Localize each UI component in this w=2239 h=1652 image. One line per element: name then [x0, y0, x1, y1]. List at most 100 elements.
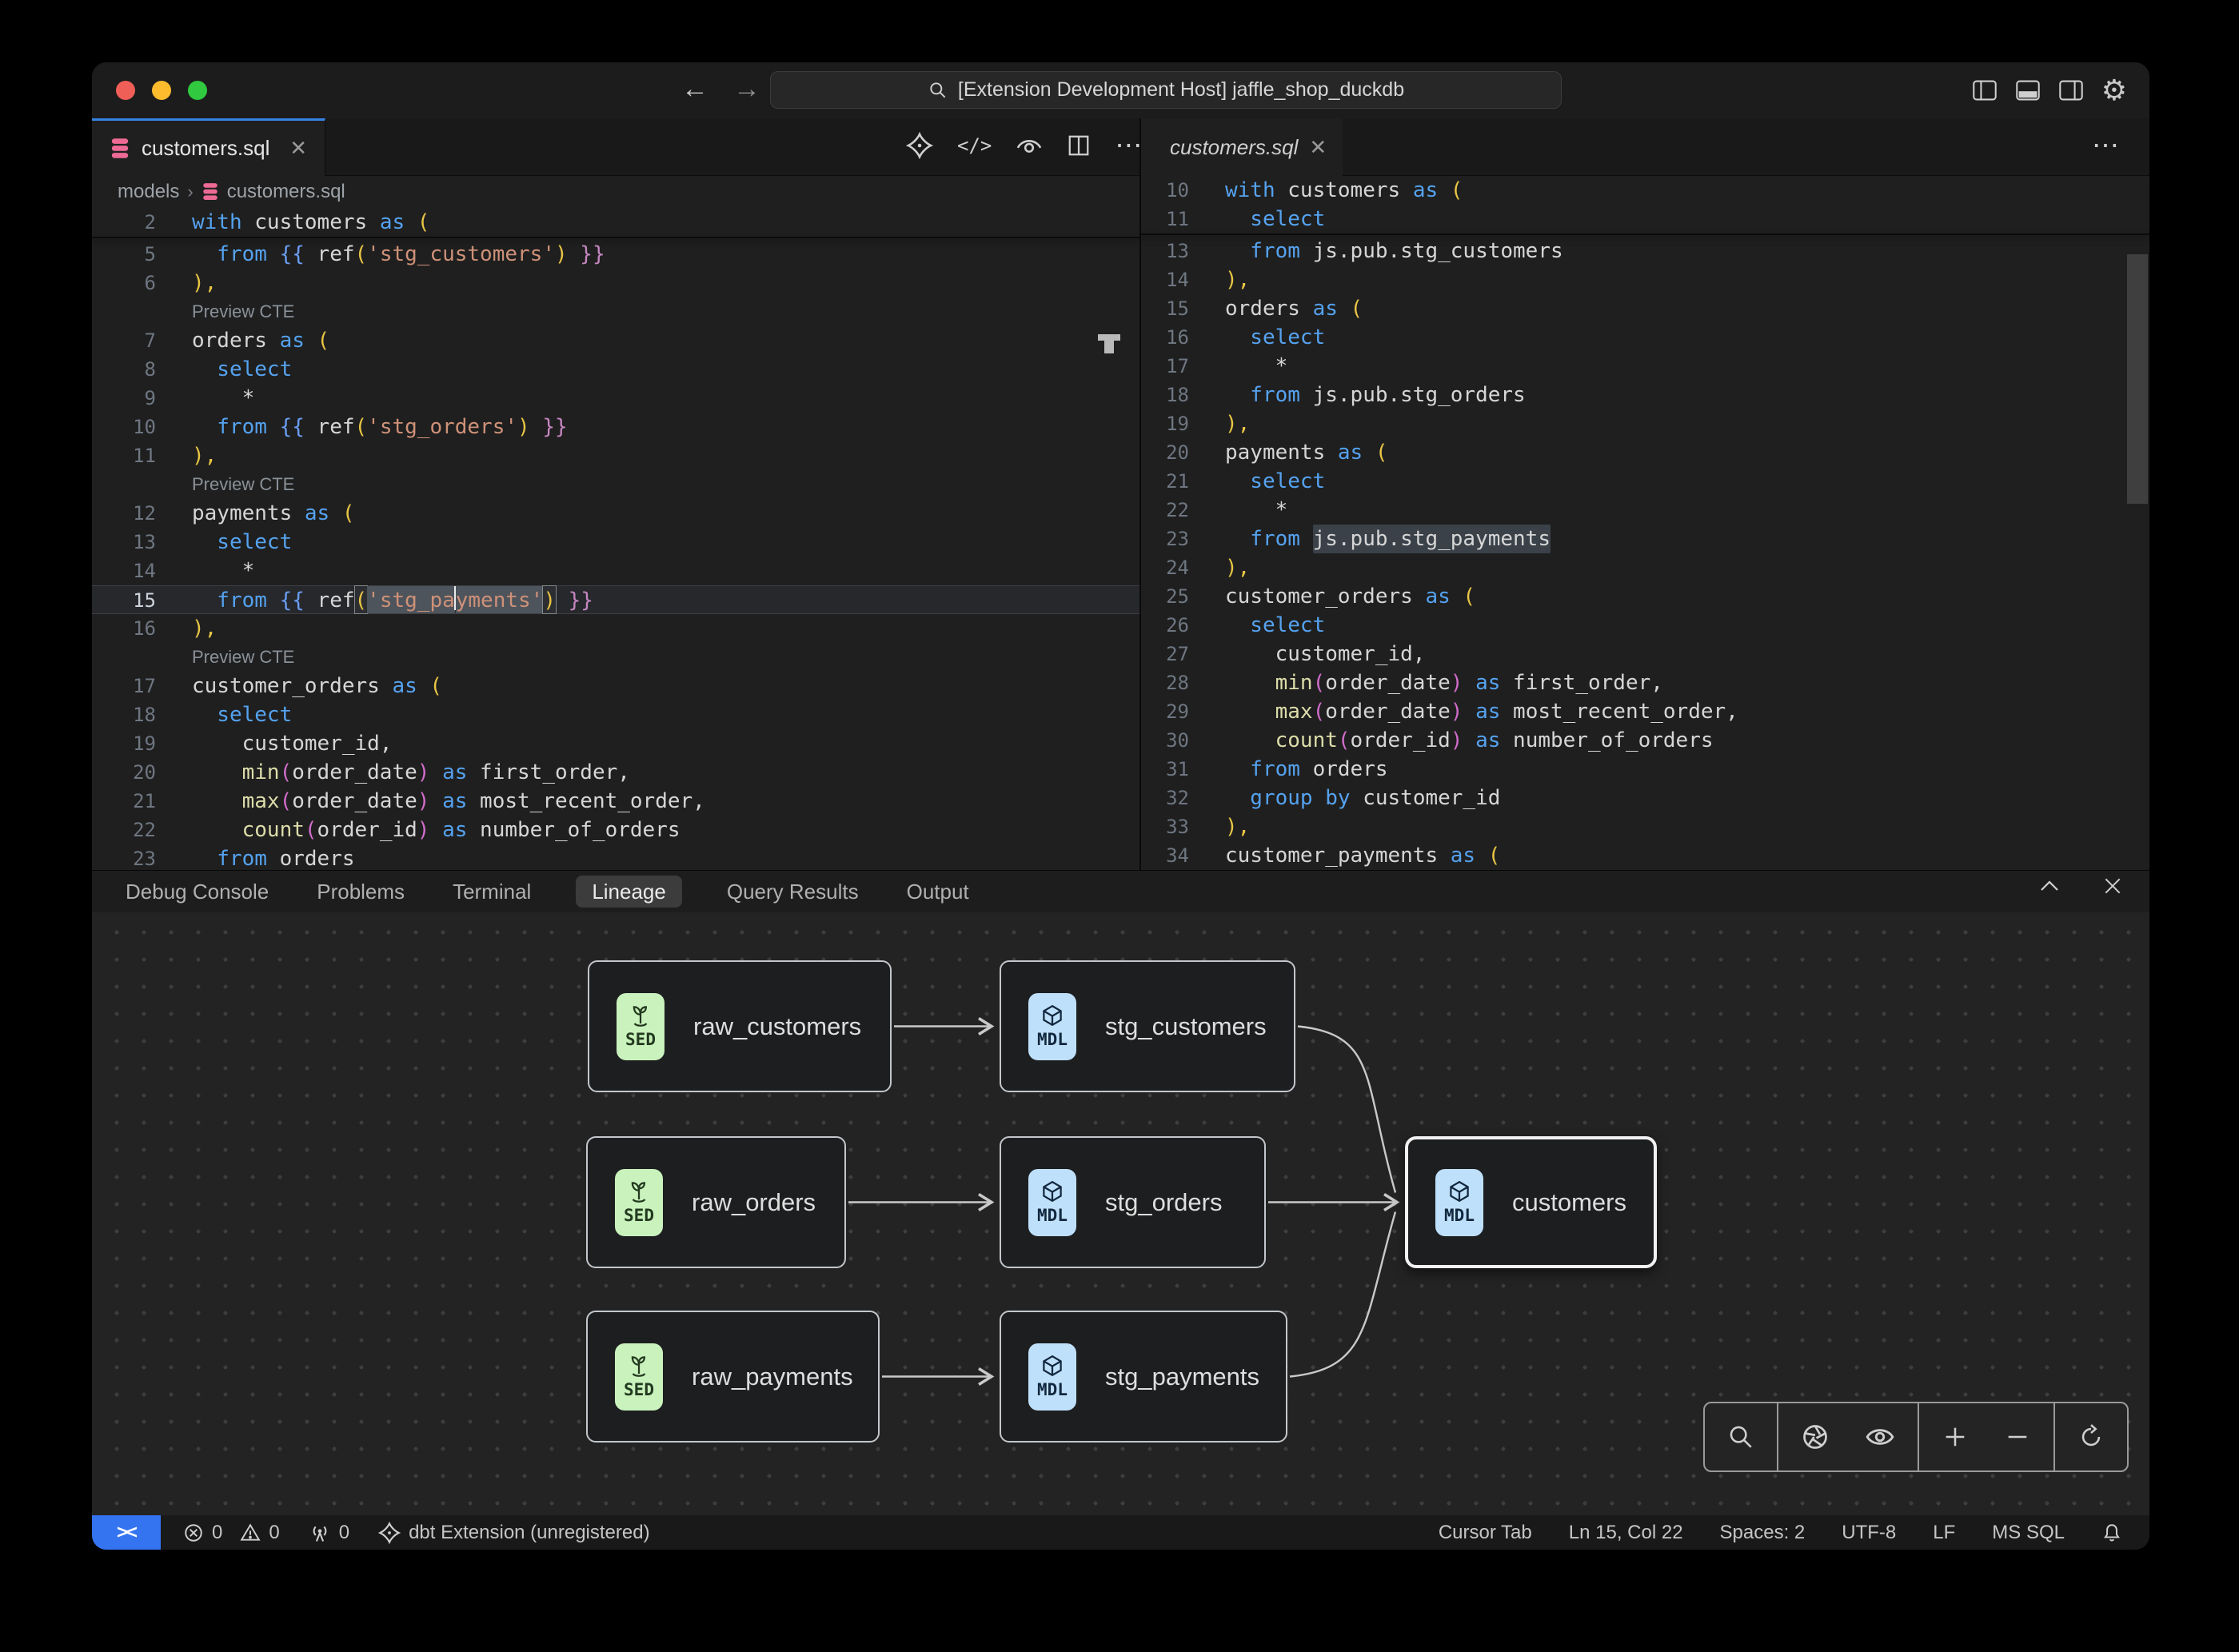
panel-tab-output[interactable]: Output: [904, 876, 972, 908]
lineage-node-raw_payments[interactable]: SED raw_payments: [586, 1311, 880, 1443]
panel-tab-terminal[interactable]: Terminal: [449, 876, 534, 908]
zoom-out-icon[interactable]: [2004, 1423, 2031, 1450]
code-line[interactable]: 18 select: [92, 700, 1139, 729]
minimize-window-button[interactable]: [152, 81, 171, 100]
lineage-node-stg_orders[interactable]: MDL stg_orders: [1000, 1136, 1266, 1268]
code-line[interactable]: 32 group by customer_id: [1141, 784, 2149, 812]
more-actions-icon[interactable]: ⋯: [2092, 130, 2121, 162]
codelens-preview-cte[interactable]: Preview CTE: [92, 643, 1139, 672]
close-window-button[interactable]: [116, 81, 135, 100]
lineage-node-stg_payments[interactable]: MDL stg_payments: [1000, 1311, 1287, 1443]
dbt-extension-status[interactable]: dbt Extension (unregistered): [378, 1522, 650, 1544]
code-line[interactable]: 27 customer_id,: [1141, 640, 2149, 668]
code-line[interactable]: 23 from orders: [92, 844, 1139, 870]
forward-arrow-icon[interactable]: →: [733, 74, 760, 105]
toggle-panel-icon[interactable]: [2015, 79, 2041, 102]
code-line[interactable]: 17customer_orders as (: [92, 672, 1139, 700]
panel-tab-debug-console[interactable]: Debug Console: [122, 876, 272, 908]
command-center-search[interactable]: [Extension Development Host] jaffle_shop…: [770, 71, 1562, 109]
code-line[interactable]: 2with customers as (: [92, 208, 1139, 237]
code-line[interactable]: 12payments as (: [92, 499, 1139, 528]
code-line[interactable]: 10 from {{ ref('stg_orders') }}: [92, 413, 1139, 441]
lineage-node-raw_orders[interactable]: SED raw_orders: [586, 1136, 846, 1268]
code-line[interactable]: 10with customers as (: [1141, 176, 2149, 205]
maximize-panel-icon[interactable]: [2037, 876, 2061, 896]
lineage-canvas[interactable]: SED raw_customers MDL stg_customers SED ra…: [92, 912, 2149, 1516]
panel-tab-query-results[interactable]: Query Results: [724, 876, 862, 908]
breadcrumb[interactable]: models › customers.sql: [92, 176, 1139, 208]
code-line[interactable]: 16),: [92, 614, 1139, 643]
code-line[interactable]: 13 select: [92, 528, 1139, 557]
code-line[interactable]: 22 count(order_id) as number_of_orders: [92, 816, 1139, 844]
zoom-in-icon[interactable]: [1942, 1423, 1969, 1450]
code-line[interactable]: 9 *: [92, 384, 1139, 413]
code-line[interactable]: 21 select: [1141, 467, 2149, 496]
close-tab-icon[interactable]: ✕: [1309, 135, 1327, 160]
code-line[interactable]: 11),: [92, 441, 1139, 470]
source-editor[interactable]: models › customers.sql 2with customers a…: [92, 176, 1139, 870]
code-line[interactable]: 21 max(order_date) as most_recent_order,: [92, 787, 1139, 816]
preview-eye-icon[interactable]: [1865, 1424, 1895, 1450]
zoom-window-button[interactable]: [188, 81, 207, 100]
code-line[interactable]: 18 from js.pub.stg_orders: [1141, 381, 2149, 409]
back-arrow-icon[interactable]: ←: [681, 74, 708, 105]
code-line[interactable]: 11 select: [1141, 205, 2149, 233]
code-line[interactable]: 14),: [1141, 265, 2149, 294]
line-col-status[interactable]: Ln 15, Col 22: [1569, 1522, 1683, 1544]
code-line[interactable]: 20 min(order_date) as first_order,: [92, 758, 1139, 787]
code-line[interactable]: 15 from {{ ref('stg_payments') }}: [92, 585, 1139, 614]
snapshot-aperture-icon[interactable]: [1801, 1423, 1830, 1451]
encoding-status[interactable]: UTF-8: [1842, 1522, 1896, 1544]
lineage-node-customers[interactable]: MDL customers: [1405, 1136, 1657, 1268]
preview-eye-icon[interactable]: [1016, 134, 1043, 158]
split-editor-icon[interactable]: [1067, 134, 1091, 158]
code-line[interactable]: 20payments as (: [1141, 438, 2149, 467]
code-line[interactable]: 34customer_payments as (: [1141, 841, 2149, 870]
language-mode-status[interactable]: MS SQL: [1992, 1522, 2065, 1544]
code-line[interactable]: 28 min(order_date) as first_order,: [1141, 668, 2149, 697]
problems-status[interactable]: 0 0: [183, 1522, 280, 1544]
ports-status[interactable]: 0: [309, 1522, 349, 1544]
close-panel-icon[interactable]: [2101, 876, 2124, 896]
code-line[interactable]: 26 select: [1141, 611, 2149, 640]
code-line[interactable]: 6),: [92, 269, 1139, 297]
dbt-action-icon[interactable]: [906, 132, 933, 159]
breadcrumb-folder[interactable]: models: [118, 181, 179, 203]
code-line[interactable]: 25customer_orders as (: [1141, 582, 2149, 611]
code-line[interactable]: 14 *: [92, 557, 1139, 585]
panel-tab-problems[interactable]: Problems: [313, 876, 408, 908]
cursor-tab-status[interactable]: Cursor Tab: [1439, 1522, 1532, 1544]
code-area[interactable]: 5 from {{ ref('stg_customers') }}6),Prev…: [92, 240, 1139, 870]
lineage-node-stg_customers[interactable]: MDL stg_customers: [1000, 960, 1295, 1092]
tab-customers-sql-right[interactable]: customers.sql ✕: [1141, 118, 1343, 176]
code-line[interactable]: 8 select: [92, 355, 1139, 384]
lineage-search-button[interactable]: [1705, 1403, 1777, 1470]
code-line[interactable]: 29 max(order_date) as most_recent_order,: [1141, 697, 2149, 726]
compile-code-icon[interactable]: </>: [957, 134, 992, 157]
toggle-secondary-sidebar-icon[interactable]: [2058, 79, 2084, 102]
code-line[interactable]: 7orders as (: [92, 326, 1139, 355]
panel-tab-lineage[interactable]: Lineage: [576, 876, 682, 908]
scrollbar-thumb[interactable]: [2127, 254, 2148, 504]
refresh-button[interactable]: [2055, 1403, 2127, 1470]
code-line[interactable]: 16 select: [1141, 323, 2149, 352]
lineage-node-raw_customers[interactable]: SED raw_customers: [588, 960, 892, 1092]
code-line[interactable]: 19 customer_id,: [92, 729, 1139, 758]
breadcrumb-file[interactable]: customers.sql: [227, 181, 345, 203]
remote-indicator[interactable]: ><: [92, 1515, 161, 1550]
settings-gear-icon[interactable]: ⚙: [2101, 76, 2127, 105]
codelens-preview-cte[interactable]: Preview CTE: [92, 297, 1139, 326]
code-area[interactable]: 13 from js.pub.stg_customers14),15orders…: [1141, 237, 2149, 870]
compiled-editor[interactable]: 10with customers as (11 select 13 from j…: [1141, 176, 2149, 870]
tab-customers-sql-left[interactable]: customers.sql ✕: [92, 118, 325, 176]
notifications-bell-icon[interactable]: [2101, 1522, 2122, 1543]
code-line[interactable]: 30 count(order_id) as number_of_orders: [1141, 726, 2149, 755]
code-line[interactable]: 15orders as (: [1141, 294, 2149, 323]
code-line[interactable]: 13 from js.pub.stg_customers: [1141, 237, 2149, 265]
code-line[interactable]: 19),: [1141, 409, 2149, 438]
codelens-preview-cte[interactable]: Preview CTE: [92, 470, 1139, 499]
code-line[interactable]: 24),: [1141, 553, 2149, 582]
code-line[interactable]: 23 from js.pub.stg_payments: [1141, 525, 2149, 553]
code-line[interactable]: 22 *: [1141, 496, 2149, 525]
toggle-primary-sidebar-icon[interactable]: [1972, 79, 1998, 102]
